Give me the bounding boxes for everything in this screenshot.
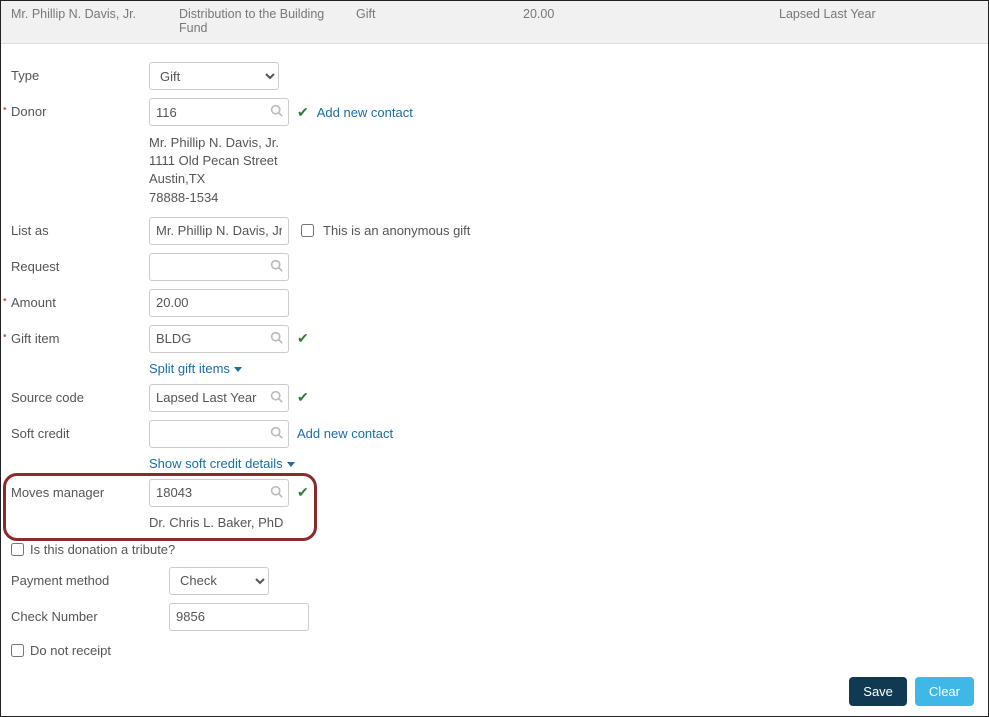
summary-source: Lapsed Last Year xyxy=(779,7,978,35)
type-label: Type xyxy=(11,62,149,83)
check-icon: ✔ xyxy=(297,104,309,121)
payment-method-select[interactable]: Check xyxy=(169,567,269,595)
moves-manager-input[interactable] xyxy=(149,479,289,507)
clear-button[interactable]: Clear xyxy=(915,677,974,706)
summary-type: Gift xyxy=(356,7,523,35)
source-code-input[interactable] xyxy=(149,384,289,412)
form-body: Type Gift Donor ✔ Add new contact xyxy=(1,44,988,668)
donor-address-block: Mr. Phillip N. Davis, Jr. 1111 Old Pecan… xyxy=(149,134,978,207)
add-new-contact-link[interactable]: Add new contact xyxy=(317,105,413,120)
moves-manager-label: Moves manager xyxy=(11,479,149,500)
donor-label: Donor xyxy=(11,98,149,119)
type-select[interactable]: Gift xyxy=(149,62,279,90)
summary-donor-name: Mr. Phillip N. Davis, Jr. xyxy=(11,7,179,35)
check-number-input[interactable] xyxy=(169,603,309,631)
footer-buttons: Save Clear xyxy=(849,677,974,706)
list-as-input[interactable] xyxy=(149,217,289,245)
add-new-contact-link-soft[interactable]: Add new contact xyxy=(297,426,393,441)
do-not-receipt-checkbox[interactable] xyxy=(11,644,24,657)
check-icon: ✔ xyxy=(297,484,309,501)
donor-name-line: Mr. Phillip N. Davis, Jr. xyxy=(149,134,978,152)
tribute-label: Is this donation a tribute? xyxy=(30,542,175,557)
split-gift-items-link[interactable]: Split gift items xyxy=(149,361,242,376)
summary-distribution: Distribution to the Building Fund xyxy=(179,7,356,35)
request-label: Request xyxy=(11,253,149,274)
save-button[interactable]: Save xyxy=(849,677,907,706)
anonymous-label: This is an anonymous gift xyxy=(323,223,470,238)
check-number-label: Check Number xyxy=(11,603,169,624)
donor-city-line: Austin,TX xyxy=(149,170,978,188)
do-not-receipt-label: Do not receipt xyxy=(30,643,111,658)
soft-credit-input[interactable] xyxy=(149,420,289,448)
anonymous-checkbox[interactable] xyxy=(301,224,314,237)
summary-header: Mr. Phillip N. Davis, Jr. Distribution t… xyxy=(1,1,988,44)
moves-manager-name: Dr. Chris L. Baker, PhD xyxy=(149,515,978,530)
show-soft-credit-link[interactable]: Show soft credit details xyxy=(149,456,295,471)
donor-input[interactable] xyxy=(149,98,289,126)
check-icon: ✔ xyxy=(297,330,309,347)
donor-zip-line: 78888-1534 xyxy=(149,189,978,207)
check-icon: ✔ xyxy=(297,389,309,406)
gift-entry-form: Mr. Phillip N. Davis, Jr. Distribution t… xyxy=(0,0,989,717)
list-as-label: List as xyxy=(11,217,149,238)
donor-street-line: 1111 Old Pecan Street xyxy=(149,152,978,170)
amount-input[interactable] xyxy=(149,289,289,317)
amount-label: Amount xyxy=(11,289,149,310)
summary-amount: 20.00 xyxy=(523,7,779,35)
tribute-checkbox[interactable] xyxy=(11,543,24,556)
request-input[interactable] xyxy=(149,253,289,281)
gift-item-input[interactable] xyxy=(149,325,289,353)
gift-item-label: Gift item xyxy=(11,325,149,346)
source-code-label: Source code xyxy=(11,384,149,405)
payment-method-label: Payment method xyxy=(11,567,169,588)
soft-credit-label: Soft credit xyxy=(11,420,149,441)
